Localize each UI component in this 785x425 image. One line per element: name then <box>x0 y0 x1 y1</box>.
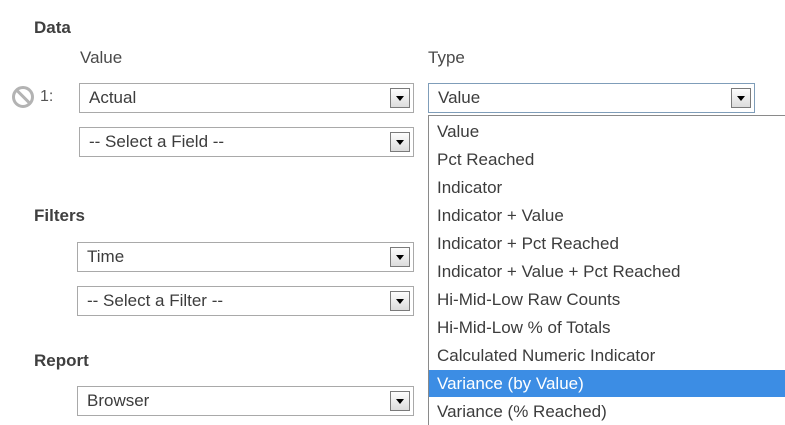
chevron-down-icon[interactable] <box>390 391 410 411</box>
report-select[interactable]: Browser <box>77 386 414 416</box>
row-number: 1: <box>40 88 54 105</box>
type-option-indicator-value[interactable]: Indicator + Value <box>429 202 785 229</box>
chevron-down-icon[interactable] <box>390 291 410 311</box>
type-option-indicator[interactable]: Indicator <box>429 174 785 201</box>
chevron-down-icon[interactable] <box>390 132 410 152</box>
field-select[interactable]: -- Select a Field -- <box>79 127 414 157</box>
filter-select[interactable]: Time <box>77 242 414 272</box>
type-column-label: Type <box>428 48 465 67</box>
type-select-text: Value <box>438 88 481 107</box>
chevron-down-icon[interactable] <box>390 88 410 108</box>
chevron-down-icon[interactable] <box>731 88 751 108</box>
type-option-hi-mid-low-pct-totals[interactable]: Hi-Mid-Low % of Totals <box>429 314 785 341</box>
ban-icon[interactable] <box>12 86 34 108</box>
value-select-text: Actual <box>89 88 137 107</box>
type-option-pct-reached[interactable]: Pct Reached <box>429 146 785 173</box>
report-section-title: Report <box>34 351 89 370</box>
type-option-indicator-pct-reached[interactable]: Indicator + Pct Reached <box>429 230 785 257</box>
value-select[interactable]: Actual <box>79 83 414 113</box>
type-option-variance-pct-reached[interactable]: Variance (% Reached) <box>429 398 785 425</box>
filter-placeholder-text: -- Select a Filter -- <box>87 291 224 310</box>
data-section-title: Data <box>34 18 71 37</box>
type-select[interactable]: Value <box>428 83 755 113</box>
value-column-label: Value <box>80 48 123 67</box>
filter-placeholder-select[interactable]: -- Select a Filter -- <box>77 286 414 316</box>
field-select-text: -- Select a Field -- <box>89 132 225 151</box>
filters-section-title: Filters <box>34 206 86 225</box>
type-option-hi-mid-low-raw-counts[interactable]: Hi-Mid-Low Raw Counts <box>429 286 785 313</box>
filter-select-text: Time <box>87 247 125 266</box>
chevron-down-icon[interactable] <box>390 247 410 267</box>
type-option-calculated-numeric-indicator[interactable]: Calculated Numeric Indicator <box>429 342 785 369</box>
type-option-value[interactable]: Value <box>429 118 785 145</box>
type-dropdown-list: Value Pct Reached Indicator Indicator + … <box>428 115 785 425</box>
type-option-variance-by-value[interactable]: Variance (by Value) <box>429 370 785 397</box>
report-select-text: Browser <box>87 391 150 410</box>
type-option-indicator-value-pct-reached[interactable]: Indicator + Value + Pct Reached <box>429 258 785 285</box>
